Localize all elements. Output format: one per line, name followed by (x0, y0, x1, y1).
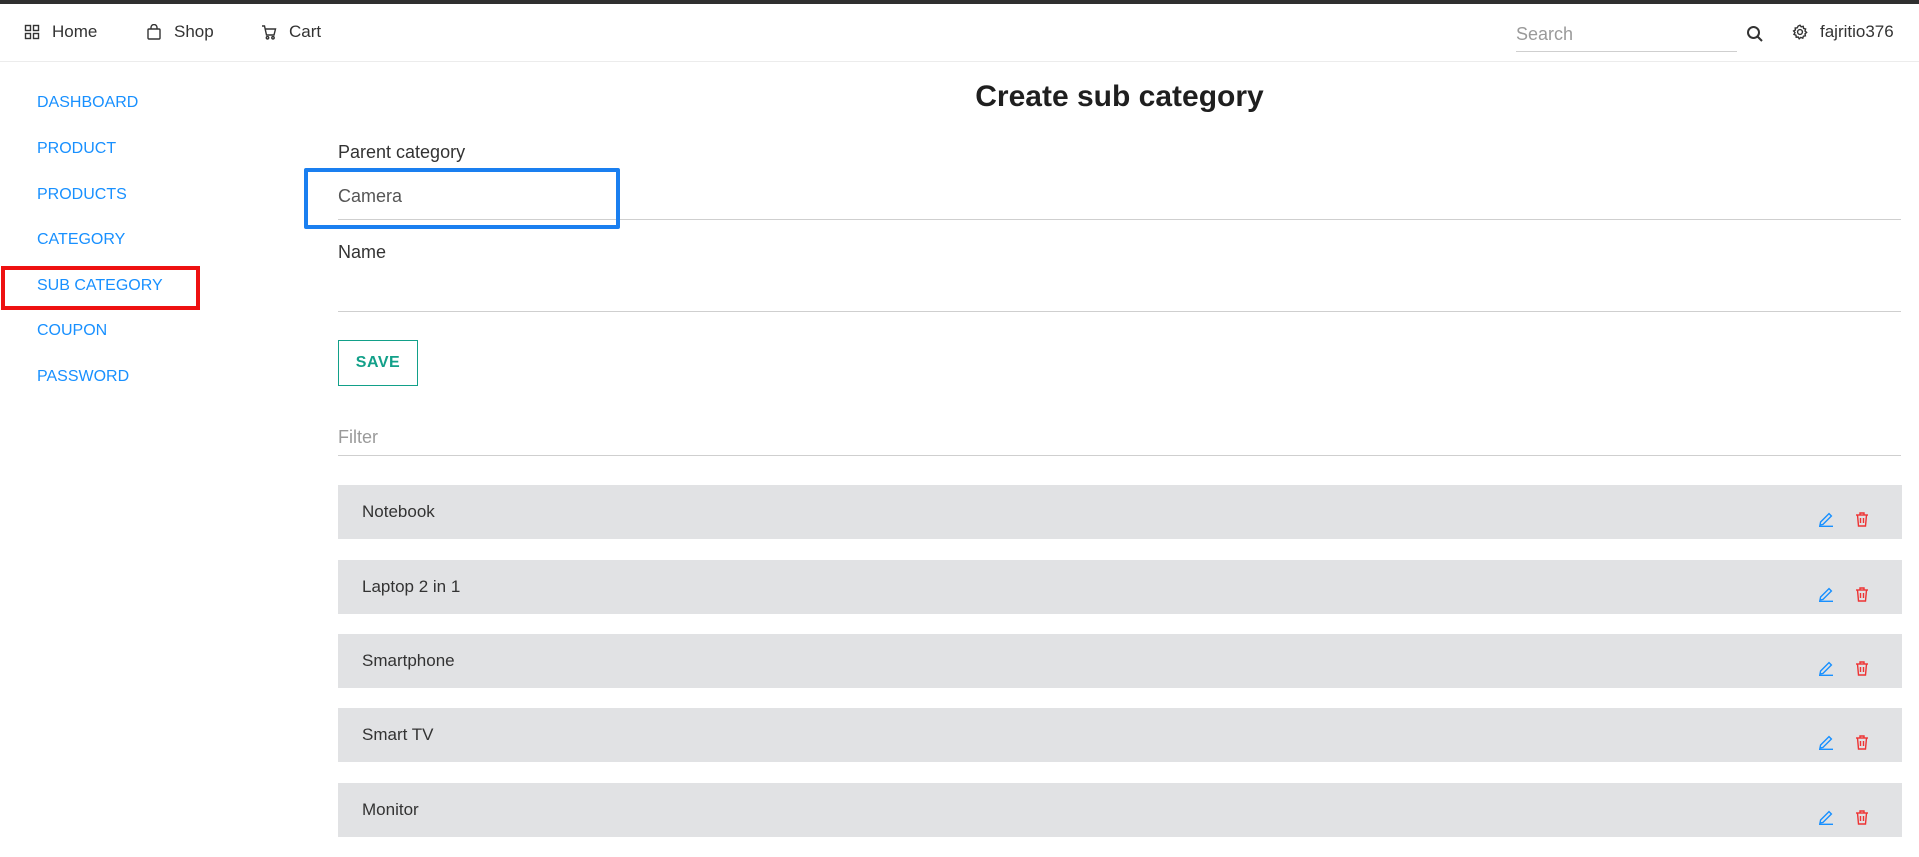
name-input[interactable] (338, 272, 1901, 312)
top-navbar: Home Shop Cart fajritio376 (0, 4, 1919, 62)
list-item: Monitor (338, 783, 1902, 837)
grid-icon (24, 24, 40, 40)
trash-icon[interactable] (1854, 809, 1870, 825)
edit-icon[interactable] (1818, 809, 1834, 825)
gear-icon (1792, 24, 1808, 40)
trash-icon[interactable] (1854, 734, 1870, 750)
search-input[interactable] (1516, 18, 1737, 52)
edit-icon[interactable] (1818, 511, 1834, 527)
edit-icon[interactable] (1818, 734, 1834, 750)
parent-category-label: Parent category (338, 142, 466, 162)
sidebar-item-products[interactable]: PRODUCTS (37, 186, 127, 204)
user-menu[interactable]: fajritio376 (1792, 22, 1894, 42)
trash-icon[interactable] (1854, 586, 1870, 602)
list-item-label: Smartphone (362, 651, 455, 670)
list-item: Smartphone (338, 634, 1902, 688)
nav-home[interactable]: Home (24, 22, 97, 42)
save-button[interactable]: SAVE (338, 340, 418, 386)
list-item-label: Smart TV (362, 725, 434, 744)
list-item-label: Notebook (362, 502, 435, 521)
edit-icon[interactable] (1818, 586, 1834, 602)
list-item: Laptop 2 in 1 (338, 560, 1902, 614)
search-icon[interactable] (1746, 25, 1764, 43)
list-item-label: Laptop 2 in 1 (362, 577, 461, 596)
sidebar-item-dashboard[interactable]: DASHBOARD (37, 94, 138, 112)
nav-cart-label: Cart (289, 22, 322, 41)
sidebar-item-password[interactable]: PASSWORD (37, 368, 129, 386)
name-label: Name (338, 242, 387, 262)
cart-icon (262, 25, 277, 40)
edit-icon[interactable] (1818, 660, 1834, 676)
sidebar-item-coupon[interactable]: COUPON (37, 322, 107, 340)
trash-icon[interactable] (1854, 660, 1870, 676)
list-item: Smart TV (338, 708, 1902, 762)
nav-cart[interactable]: Cart (261, 22, 321, 42)
filter-input[interactable] (338, 420, 1901, 456)
username-label: fajritio376 (1820, 22, 1894, 41)
sidebar-item-category[interactable]: CATEGORY (37, 231, 125, 249)
nav-shop[interactable]: Shop (146, 22, 214, 42)
list-item: Notebook (338, 485, 1902, 539)
sidebar-item-product[interactable]: PRODUCT (37, 140, 116, 158)
bag-icon (147, 24, 161, 40)
parent-category-highlight-box (304, 168, 620, 229)
nav-home-label: Home (52, 22, 98, 41)
list-item-label: Monitor (362, 800, 419, 819)
trash-icon[interactable] (1854, 511, 1870, 527)
page-title: Create sub category (975, 80, 1264, 113)
nav-shop-label: Shop (174, 22, 214, 41)
sub-category-highlight-box (1, 266, 200, 310)
